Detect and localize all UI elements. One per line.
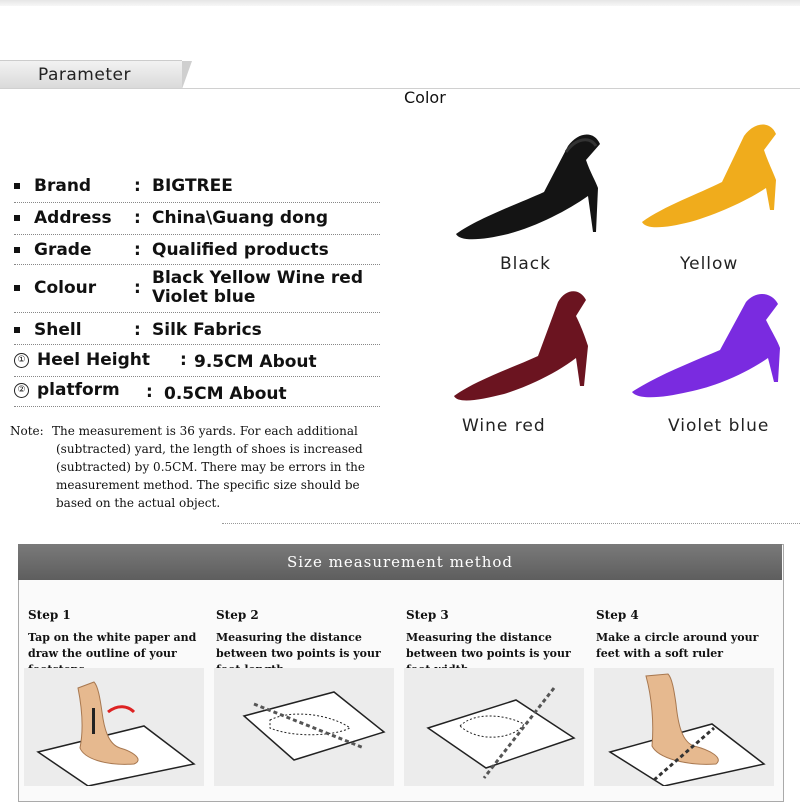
spec-label: Grade — [34, 240, 92, 260]
step-1-title: Step 1 — [28, 608, 71, 622]
spec-value-address: China\Guang dong — [152, 208, 329, 228]
spec-value-shell: Silk Fabrics — [152, 320, 262, 340]
step-2-title: Step 2 — [216, 608, 259, 622]
size-section-title: Size measurement method — [18, 544, 782, 580]
yellow-shoe-image[interactable] — [638, 118, 798, 243]
spec-value-heel-height: 9.5CM About — [194, 352, 317, 372]
colon: : — [134, 240, 141, 260]
dotted-divider — [14, 264, 380, 265]
dotted-divider — [14, 344, 380, 345]
step-3-title: Step 3 — [406, 608, 449, 622]
note-line: (subtracted) by 0.5CM. There may be erro… — [56, 460, 365, 474]
step-4-desc: Make a circle around your feet with a so… — [596, 631, 759, 660]
spec-row-platform: ② platform — [14, 380, 120, 400]
violet-blue-shoe-image[interactable] — [628, 292, 793, 407]
spec-value-colour: Black Yellow Wine red — [152, 268, 364, 288]
dotted-divider — [14, 406, 380, 407]
dotted-divider — [14, 234, 380, 235]
bullet-icon — [14, 327, 20, 333]
spec-label: Shell — [34, 320, 82, 340]
color-label-yellow: Yellow — [680, 254, 739, 274]
note-line: (subtracted) yard, the length of shoes i… — [56, 442, 363, 456]
foot-outline-icon — [36, 681, 196, 787]
measurement-note: Note: The measurement is 36 yards. For ea… — [10, 422, 430, 512]
black-shoe-image[interactable] — [448, 122, 618, 247]
top-divider — [0, 0, 800, 6]
colon: : — [146, 382, 153, 402]
dotted-divider — [222, 523, 800, 524]
number-one-icon: ① — [14, 352, 29, 368]
soft-ruler-icon — [608, 673, 766, 787]
colon: : — [134, 176, 141, 196]
step-2-illustration — [214, 668, 394, 786]
spec-label: Address — [34, 208, 112, 228]
spec-value-grade: Qualified products — [152, 240, 329, 260]
spec-label: platform — [37, 380, 120, 400]
spec-label: Brand — [34, 176, 92, 196]
dotted-divider — [14, 376, 380, 377]
bullet-icon — [14, 285, 20, 291]
wine-red-shoe-image[interactable] — [448, 286, 608, 406]
parameter-tab: Parameter — [0, 60, 192, 89]
bullet-icon — [14, 183, 20, 189]
spec-value-colour-line2: Violet blue — [152, 287, 256, 307]
spec-row-heel-height: ① Heel Height — [14, 350, 150, 370]
ruler-length-icon — [242, 691, 386, 761]
spec-value-brand: BIGTREE — [152, 176, 233, 196]
spec-row-grade: Grade — [14, 240, 92, 260]
spec-row-shell: Shell — [14, 320, 82, 340]
color-label-wine-red: Wine red — [462, 416, 546, 436]
spec-row-brand: Brand — [14, 176, 91, 196]
note-lead: Note: — [10, 424, 44, 438]
parameter-divider — [0, 88, 800, 89]
color-title: Color — [404, 88, 446, 107]
dotted-divider — [14, 312, 380, 313]
color-label-violet-blue: Violet blue — [668, 416, 770, 436]
number-two-icon: ② — [14, 382, 29, 398]
step-4-title: Step 4 — [596, 608, 639, 622]
colon: : — [134, 320, 141, 340]
spec-label: Colour — [34, 278, 97, 298]
colon: : — [134, 208, 141, 228]
bullet-icon — [14, 215, 20, 221]
spec-row-colour: Colour — [14, 278, 96, 298]
step-4-illustration — [594, 668, 774, 787]
color-label-black: Black — [500, 254, 551, 274]
spec-row-address: Address — [14, 208, 112, 228]
note-line: measurement method. The specific size sh… — [56, 478, 360, 492]
colon: : — [180, 350, 187, 370]
note-line: The measurement is 36 yards. For each ad… — [52, 424, 358, 438]
step-3-illustration — [404, 668, 584, 786]
step-1-illustration — [24, 668, 204, 787]
spec-value-platform: 0.5CM About — [164, 384, 287, 404]
ruler-width-icon — [426, 687, 576, 779]
colon: : — [134, 278, 141, 298]
note-line: based on the actual object. — [56, 496, 221, 510]
parameter-title: Parameter — [38, 65, 131, 85]
dotted-divider — [14, 202, 380, 203]
bullet-icon — [14, 247, 20, 253]
spec-label: Heel Height — [37, 350, 151, 370]
